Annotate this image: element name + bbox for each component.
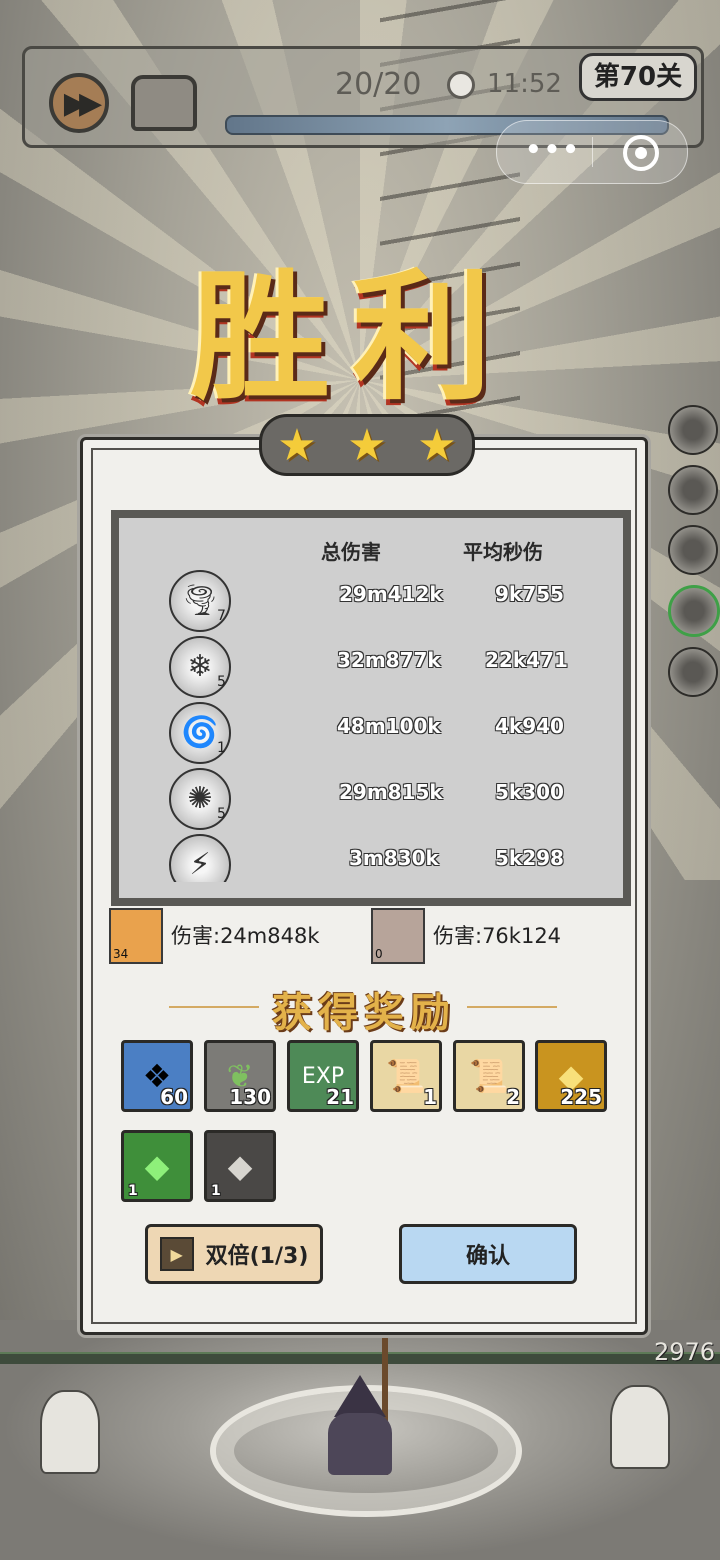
fast-forward-icon: ▶▶ [63, 85, 102, 121]
average-dps: 5k298 [495, 846, 564, 870]
side-skill-whirlwind-icon[interactable] [668, 525, 718, 575]
miniprogram-capsule: ••• [496, 120, 688, 184]
timer: 11:52 [487, 69, 562, 99]
total-damage: 29m412k [339, 582, 443, 606]
table-row: ❄ 5 32m877k 22k471 [119, 636, 623, 700]
reward-item[interactable]: ❖ 60 [121, 1040, 193, 1112]
reward-item[interactable]: EXP 21 [287, 1040, 359, 1112]
ghost-enemy-right [610, 1385, 670, 1469]
header-average-dps: 平均秒伤 [463, 540, 543, 564]
table-row: 🌀 1 48m100k 4k940 [119, 702, 623, 766]
reward-title: 获得奖励 [272, 989, 456, 1036]
average-dps: 9k755 [495, 582, 564, 606]
fast-forward-button[interactable]: ▶▶ [49, 73, 109, 133]
reward-count: 225 [560, 1085, 602, 1109]
recipe-scroll-icon: 📜 [469, 1057, 509, 1095]
reward-item[interactable]: ◆ 1 [121, 1130, 193, 1202]
table-row: ⚡ 3m830k 5k298 [119, 834, 623, 882]
reward-item[interactable]: 📜 2 [453, 1040, 525, 1112]
reward-count: 1 [423, 1085, 437, 1109]
double-reward-label: 双倍(1/3) [205, 1244, 309, 1269]
reward-count: 1 [211, 1183, 221, 1199]
header-total-damage: 总伤害 [321, 540, 381, 564]
side-skill-tornado-icon[interactable] [668, 405, 718, 455]
total-damage: 32m877k [337, 648, 441, 672]
ghost-enemy-left [40, 1390, 100, 1474]
more-menu-button[interactable]: ••• [525, 135, 581, 165]
wave-counter: 20/20 [335, 67, 422, 102]
reward-count: 60 [160, 1085, 188, 1109]
star-icon: ★ [417, 419, 457, 471]
wall-hp-value: 2976 [654, 1338, 716, 1366]
wall-hp-line [0, 1352, 720, 1364]
star-rating: ★ ★ ★ [259, 414, 475, 476]
stone-ore-icon: ◆ [227, 1147, 253, 1185]
skill-level: 1 [217, 740, 226, 756]
level-badge: 第70关 [579, 53, 697, 101]
skill-level: 5 [217, 674, 226, 690]
reward-item[interactable]: ◆ 225 [535, 1040, 607, 1112]
hero-damage-label: 伤害:24m848k [171, 924, 320, 948]
skill-sidebar [668, 405, 720, 707]
confirm-label: 确认 [465, 1244, 510, 1269]
reward-item[interactable]: 📜 1 [370, 1040, 442, 1112]
star-icon: ★ [347, 419, 387, 471]
average-dps: 4k940 [495, 714, 564, 738]
side-skill-blackhole-icon[interactable] [668, 585, 720, 637]
video-ad-icon: ▶ [159, 1237, 194, 1271]
close-miniprogram-button[interactable] [623, 135, 659, 171]
confirm-button[interactable]: 确认 [399, 1224, 577, 1284]
skill-level: 7 [217, 608, 226, 624]
reward-count: 2 [506, 1085, 520, 1109]
average-dps: 5k300 [495, 780, 564, 804]
reward-count: 21 [326, 1085, 354, 1109]
wizard-hat [334, 1375, 386, 1417]
capsule-divider [592, 137, 593, 167]
table-row: ✺ 5 29m815k 5k300 [119, 768, 623, 832]
wizard-cloak [328, 1413, 392, 1475]
reward-count: 1 [128, 1183, 138, 1199]
damage-stats-table: 总伤害 平均秒伤 🌪 7 29m412k 9k755 ❄ 5 32m877k 2… [111, 510, 631, 906]
skill-level: 5 [217, 806, 226, 822]
victory-title: 胜利 [190, 256, 515, 420]
side-skill-lightning-icon[interactable] [668, 647, 718, 697]
reward-item[interactable]: ◆ 1 [204, 1130, 276, 1202]
scroll-icon: 📜 [386, 1057, 426, 1095]
hero-level: 0 [375, 947, 383, 961]
total-damage: 29m815k [339, 780, 443, 804]
wizard-character [320, 1375, 400, 1475]
total-damage: 3m830k [349, 846, 439, 870]
double-reward-button[interactable]: ▶ 双倍(1/3) [145, 1224, 323, 1284]
hero-level: 34 [113, 947, 129, 961]
star-icon: ★ [277, 419, 317, 471]
lightning-icon: ⚡ [169, 834, 231, 882]
chest-icon[interactable] [131, 75, 197, 131]
side-skill-crystal-icon[interactable] [668, 465, 718, 515]
table-row: 🌪 7 29m412k 9k755 [119, 570, 623, 634]
avatar: 34 [109, 908, 163, 964]
reward-count: 130 [229, 1085, 271, 1109]
average-dps: 22k471 [485, 648, 568, 672]
hero-damage-label: 伤害:76k124 [433, 924, 562, 948]
green-gem-icon: ◆ [144, 1147, 170, 1185]
avatar: 0 [371, 908, 425, 964]
reward-item[interactable]: ❦ 130 [204, 1040, 276, 1112]
total-damage: 48m100k [337, 714, 441, 738]
clock-icon [447, 71, 475, 99]
victory-panel: ★ ★ ★ 总伤害 平均秒伤 🌪 7 29m412k 9k755 ❄ 5 32m… [80, 414, 648, 1335]
